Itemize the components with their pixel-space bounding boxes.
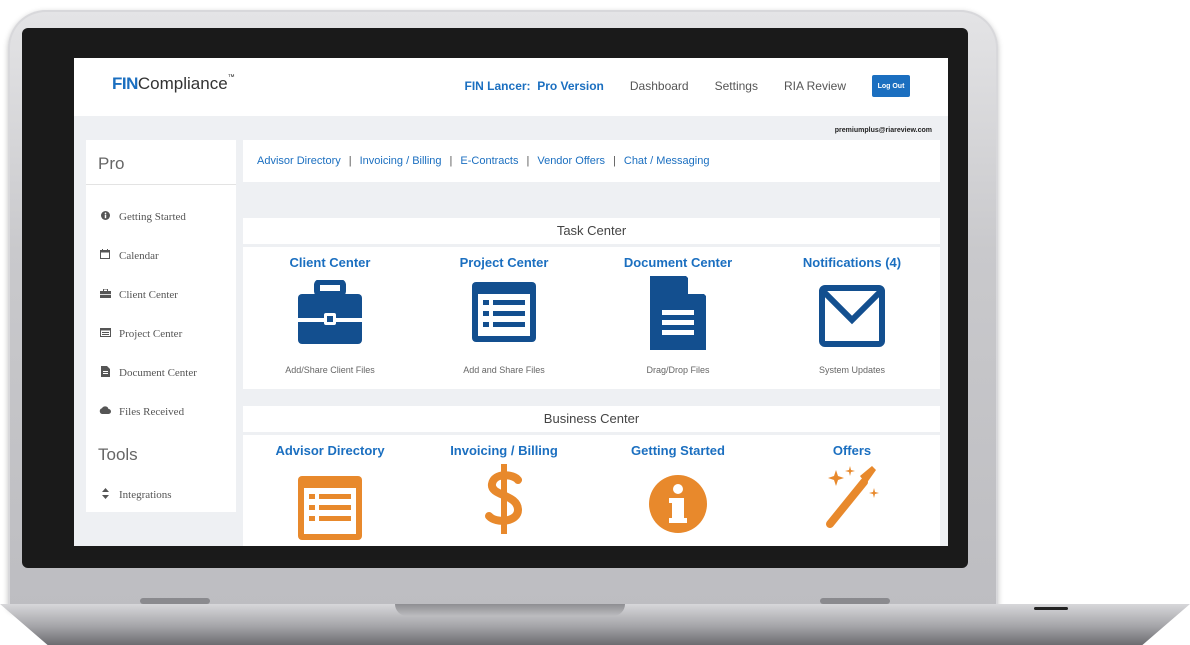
top-navbar: FINCompliance™ FIN Lancer: Pro Version D…: [74, 58, 948, 116]
sidebar-item-label: Integrations: [119, 488, 172, 501]
nav-fin-lancer-link[interactable]: FIN Lancer: Pro Version: [465, 79, 604, 93]
card-title[interactable]: Document Center: [591, 255, 765, 270]
card-title[interactable]: Invoicing / Billing: [417, 443, 591, 458]
nav-ria-review-link[interactable]: RIA Review: [784, 79, 846, 93]
quicklink-separator: |: [348, 155, 352, 167]
laptop-hinge-right: [820, 598, 890, 604]
business-center-header: Business Center: [243, 406, 940, 432]
card-title[interactable]: Getting Started: [591, 443, 765, 458]
task-center-header: Task Center: [243, 218, 940, 244]
list-icon: [417, 280, 591, 344]
offers-card[interactable]: Offers: [765, 435, 939, 528]
sidebar-item-calendar[interactable]: Calendar: [86, 236, 236, 275]
logout-button[interactable]: Log Out: [872, 75, 910, 97]
sort-icon: [98, 487, 112, 502]
info-circle-icon: [98, 210, 112, 223]
card-caption: Drag/Drop Files: [646, 365, 710, 375]
quicklink-separator: |: [449, 155, 453, 167]
task-center-panel: Client Center Add/Share Client Files Pro…: [243, 247, 940, 389]
magic-wand-icon: [765, 464, 939, 528]
sidebar-heading-pro: Pro: [86, 140, 236, 185]
quicklink-separator: |: [613, 155, 616, 167]
sidebar-item-label: Files Received: [119, 405, 185, 418]
app-screen: FINCompliance™ FIN Lancer: Pro Version D…: [74, 58, 948, 546]
sidebar-item-client-center[interactable]: Client Center: [86, 275, 236, 314]
document-center-card[interactable]: Document Center Drag/Drop Files: [591, 247, 765, 375]
sidebar-item-document-center[interactable]: Document Center: [86, 353, 236, 392]
briefcase-icon: [243, 280, 417, 348]
laptop-hinge-left: [140, 598, 210, 604]
quicklink-separator: |: [526, 155, 530, 167]
card-caption: Add and Share Files: [463, 365, 545, 375]
quicklink-e-contracts[interactable]: E-Contracts: [460, 155, 518, 167]
invoicing-billing-card[interactable]: Invoicing / Billing: [417, 435, 591, 534]
sidebar-item-label: Getting Started: [119, 210, 186, 223]
logo-fin: FIN: [112, 74, 138, 93]
sidebar-item-label: Client Center: [119, 288, 178, 301]
envelope-icon: [765, 284, 939, 348]
logo-compliance: Compliance: [137, 74, 228, 93]
document-icon: [591, 274, 765, 352]
sidebar-item-label: Document Center: [119, 366, 197, 379]
sidebar-item-label: Calendar: [119, 249, 159, 262]
laptop-port: [1034, 607, 1068, 610]
document-icon: [98, 365, 112, 380]
card-title[interactable]: Offers: [765, 443, 939, 458]
client-center-card[interactable]: Client Center Add/Share Client Files: [243, 247, 417, 375]
card-title[interactable]: Client Center: [243, 255, 417, 270]
business-center-panel: Advisor Directory Invoicing / Billing Ge…: [243, 435, 940, 546]
sidebar-item-label: Project Center: [119, 327, 183, 340]
card-title[interactable]: Notifications (4): [765, 255, 939, 270]
card-title[interactable]: Advisor Directory: [243, 443, 417, 458]
card-caption: System Updates: [818, 365, 886, 375]
sidebar: Pro Getting Started Calendar Client Cent…: [86, 140, 236, 512]
getting-started-card[interactable]: Getting Started: [591, 435, 765, 534]
logo-trademark: ™: [227, 74, 235, 81]
quicklink-invoicing-billing[interactable]: Invoicing / Billing: [360, 155, 442, 167]
notifications-card[interactable]: Notifications (4) System Updates: [765, 247, 939, 375]
sidebar-item-files-received[interactable]: Files Received: [86, 392, 236, 431]
calendar-icon: [98, 249, 112, 262]
user-email: premiumplus@riareview.com: [834, 127, 932, 134]
top-nav: FIN Lancer: Pro Version Dashboard Settin…: [465, 75, 910, 97]
fin-compliance-logo[interactable]: FINCompliance™: [112, 74, 235, 94]
sidebar-item-project-center[interactable]: Project Center: [86, 314, 236, 353]
sidebar-item-getting-started[interactable]: Getting Started: [86, 197, 236, 236]
quick-links-bar: Advisor Directory | Invoicing / Billing …: [243, 140, 940, 182]
briefcase-icon: [98, 288, 112, 301]
quicklink-advisor-directory[interactable]: Advisor Directory: [257, 155, 341, 167]
nav-dashboard-link[interactable]: Dashboard: [630, 79, 689, 93]
dollar-icon: [417, 464, 591, 534]
card-caption: Add/Share Client Files: [285, 365, 375, 375]
nav-settings-link[interactable]: Settings: [715, 79, 758, 93]
sidebar-heading-tools: Tools: [98, 445, 138, 464]
laptop-notch: [395, 604, 625, 616]
list-icon: [98, 327, 112, 340]
advisor-directory-card[interactable]: Advisor Directory: [243, 435, 417, 542]
card-title[interactable]: Project Center: [417, 255, 591, 270]
quicklink-vendor-offers[interactable]: Vendor Offers: [537, 155, 605, 167]
list-icon: [243, 474, 417, 542]
cloud-icon: [98, 406, 112, 417]
info-circle-icon: [591, 474, 765, 534]
project-center-card[interactable]: Project Center Add and Share Files: [417, 247, 591, 375]
sidebar-item-integrations[interactable]: Integrations: [86, 475, 236, 514]
quicklink-chat-messaging[interactable]: Chat / Messaging: [624, 155, 710, 167]
